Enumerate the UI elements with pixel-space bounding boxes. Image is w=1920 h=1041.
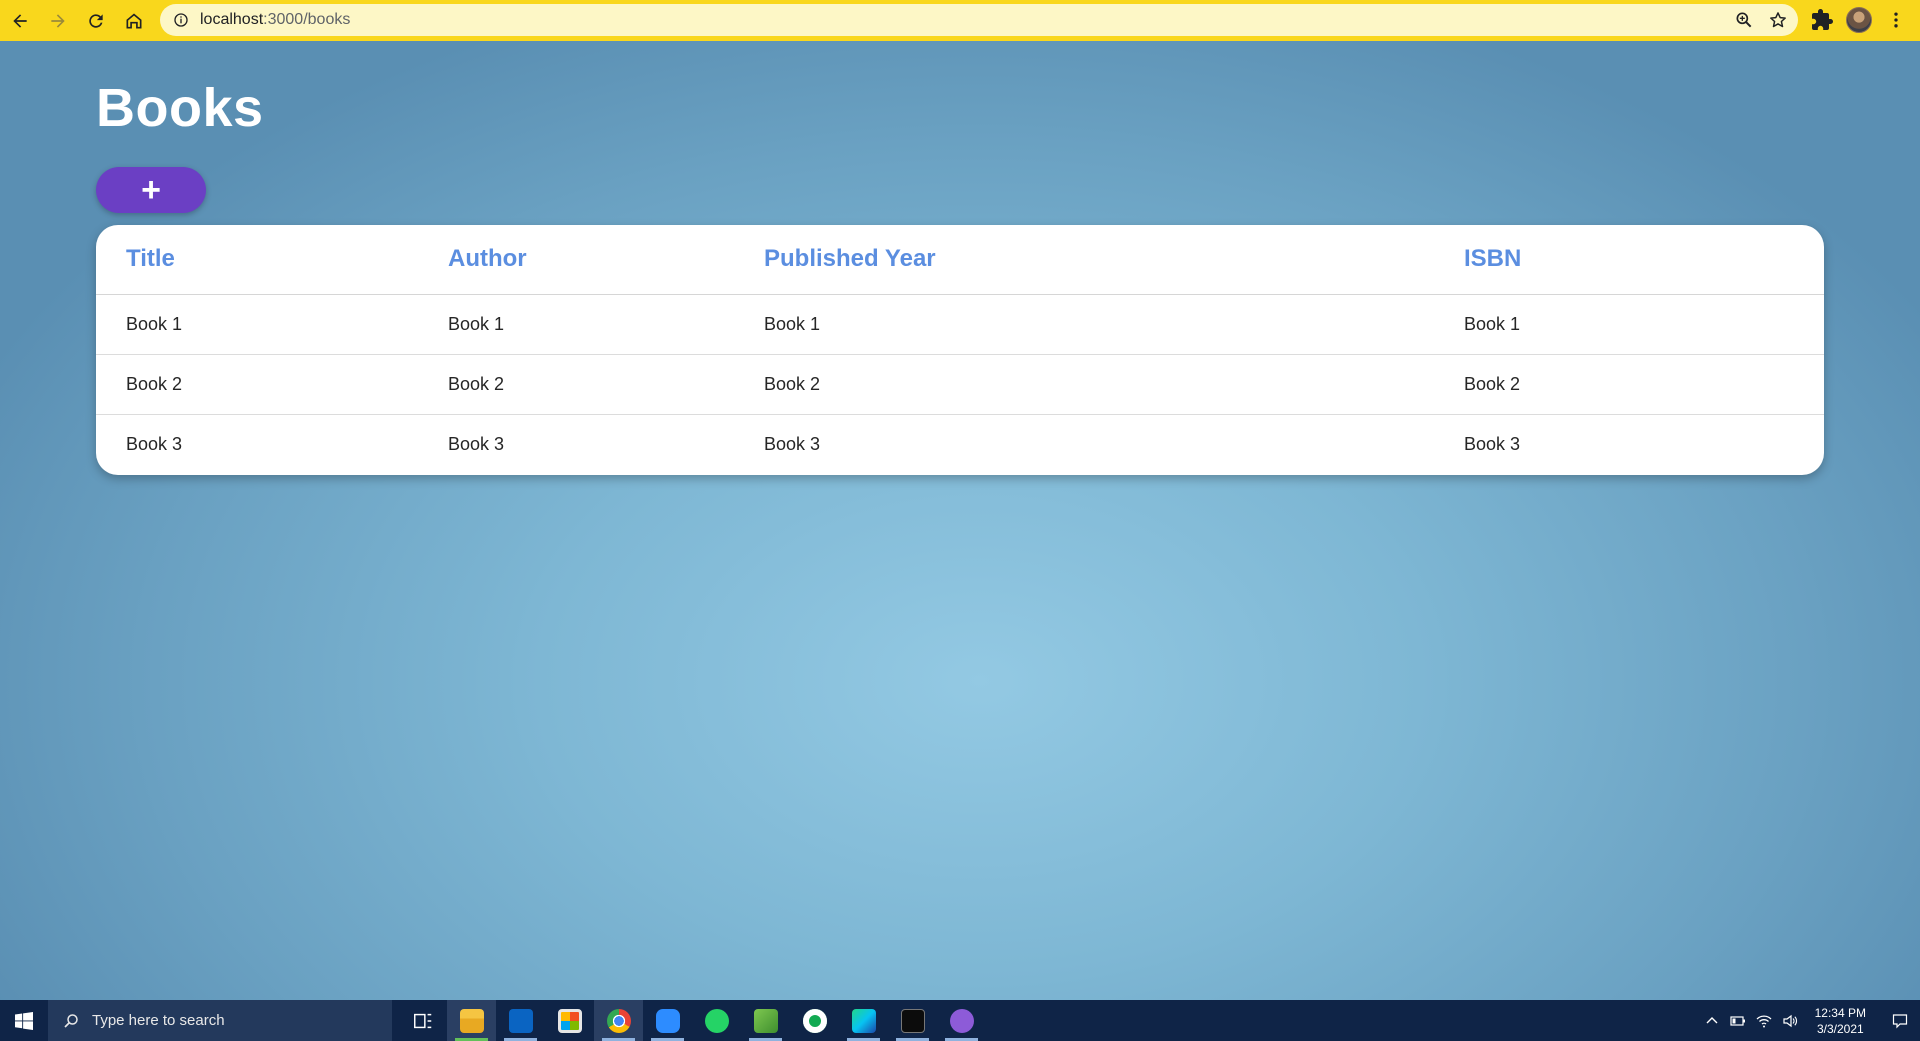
store-bag-icon bbox=[557, 1008, 582, 1033]
notification-icon bbox=[1892, 1013, 1908, 1028]
plus-icon: + bbox=[141, 171, 161, 209]
mongodb-compass-app[interactable] bbox=[790, 1000, 839, 1041]
outlook-app[interactable] bbox=[496, 1000, 545, 1041]
cell-title: Book 1 bbox=[96, 294, 448, 355]
cell-author: Book 1 bbox=[448, 294, 764, 355]
taskbar-search[interactable]: Type here to search bbox=[48, 1000, 392, 1041]
url-text: localhost:3000/books bbox=[200, 11, 350, 29]
terminal-icon bbox=[900, 1008, 925, 1033]
chrome-app[interactable] bbox=[594, 1000, 643, 1041]
task-view-button[interactable] bbox=[398, 1000, 447, 1041]
folder-icon bbox=[459, 1008, 484, 1033]
cell-author: Book 3 bbox=[448, 433, 505, 454]
windows-taskbar: Type here to search 12:34 PM 3/3/2021 bbox=[0, 1000, 1920, 1041]
start-button[interactable] bbox=[0, 1000, 48, 1041]
table-row[interactable]: Book 3 Book 3 Book 3 Book 3 bbox=[96, 414, 1824, 474]
arrow-left-icon bbox=[13, 13, 27, 28]
extensions-puzzle-icon[interactable] bbox=[1810, 8, 1834, 32]
column-header-published-year: Published Year bbox=[764, 225, 1464, 295]
battery-icon[interactable] bbox=[1730, 1013, 1746, 1029]
cell-isbn: Book 1 bbox=[1464, 294, 1824, 355]
cell-published-year: Book 3 bbox=[764, 433, 821, 454]
zoom-camera-icon bbox=[655, 1008, 680, 1033]
add-book-button[interactable]: + bbox=[96, 167, 206, 213]
whatsapp-app[interactable] bbox=[692, 1000, 741, 1041]
github-cat-icon bbox=[949, 1008, 974, 1033]
github-desktop-app[interactable] bbox=[937, 1000, 986, 1041]
system-clock[interactable]: 12:34 PM 3/3/2021 bbox=[1815, 1005, 1866, 1037]
chevron-up-icon[interactable] bbox=[1704, 1013, 1720, 1029]
reload-icon bbox=[89, 13, 103, 28]
notepad-app[interactable] bbox=[741, 1000, 790, 1041]
cell-title: Book 2 bbox=[96, 354, 448, 415]
microsoft-store-app[interactable] bbox=[545, 1000, 594, 1041]
cell-author: Book 2 bbox=[448, 354, 764, 415]
column-header-author: Author bbox=[448, 225, 764, 295]
windows-logo-icon bbox=[15, 1011, 33, 1030]
books-table: Title Author Published Year ISBN Book 1 … bbox=[96, 225, 1824, 474]
arrow-right-icon bbox=[51, 13, 65, 28]
whatsapp-icon bbox=[704, 1008, 729, 1033]
webstorm-app[interactable] bbox=[839, 1000, 888, 1041]
task-view-icon bbox=[413, 1013, 431, 1028]
column-header-isbn: ISBN bbox=[1464, 225, 1824, 295]
clock-time: 12:34 PM bbox=[1814, 1005, 1866, 1020]
chrome-icon bbox=[606, 1008, 631, 1033]
notepad-icon bbox=[753, 1008, 778, 1033]
search-icon bbox=[64, 1013, 78, 1028]
leaf-icon bbox=[802, 1008, 827, 1033]
address-bar[interactable]: localhost:3000/books bbox=[160, 4, 1798, 36]
browser-menu-button[interactable] bbox=[1884, 8, 1908, 32]
cell-title: Book 3 bbox=[126, 433, 183, 454]
forward-button[interactable] bbox=[40, 3, 76, 39]
terminal-app[interactable] bbox=[888, 1000, 937, 1041]
home-button[interactable] bbox=[116, 3, 152, 39]
books-table-card: Title Author Published Year ISBN Book 1 … bbox=[96, 225, 1824, 475]
zoom-icon[interactable] bbox=[1734, 10, 1754, 30]
wifi-icon[interactable] bbox=[1756, 1013, 1772, 1029]
webstorm-icon bbox=[851, 1008, 876, 1033]
outlook-icon bbox=[508, 1008, 533, 1033]
cell-published-year: Book 2 bbox=[764, 354, 1464, 415]
table-row[interactable]: Book 1 Book 1 Book 1 Book 1 bbox=[96, 294, 1824, 355]
volume-icon[interactable] bbox=[1782, 1013, 1798, 1029]
cell-isbn: Book 2 bbox=[1464, 354, 1824, 415]
browser-toolbar: localhost:3000/books bbox=[0, 0, 1920, 41]
cell-isbn: Book 3 bbox=[1464, 433, 1521, 454]
back-button[interactable] bbox=[2, 3, 38, 39]
cell-published-year: Book 1 bbox=[764, 294, 1464, 355]
clock-date: 3/3/2021 bbox=[1816, 1021, 1864, 1036]
site-info-icon[interactable] bbox=[172, 11, 190, 29]
more-vertical-icon bbox=[1894, 12, 1898, 28]
page-title: Books bbox=[96, 78, 264, 138]
bookmark-star-icon[interactable] bbox=[1768, 10, 1788, 30]
search-placeholder: Type here to search bbox=[92, 1012, 225, 1029]
file-explorer-app[interactable] bbox=[447, 1000, 496, 1041]
page-content: Books + Title Author Published Year ISBN… bbox=[0, 41, 1920, 1000]
url-path: :3000/books bbox=[263, 11, 351, 28]
system-tray: 12:34 PM 3/3/2021 bbox=[1699, 1000, 1920, 1041]
zoom-app[interactable] bbox=[643, 1000, 692, 1041]
home-icon bbox=[126, 13, 142, 28]
url-host: localhost bbox=[200, 11, 264, 28]
table-row[interactable]: Book 2 Book 2 Book 2 Book 2 bbox=[96, 354, 1824, 415]
action-center-button[interactable] bbox=[1880, 1000, 1920, 1041]
profile-avatar[interactable] bbox=[1846, 7, 1872, 33]
table-header-row: Title Author Published Year ISBN bbox=[96, 225, 1824, 295]
reload-button[interactable] bbox=[78, 3, 114, 39]
column-header-title: Title bbox=[96, 225, 448, 295]
